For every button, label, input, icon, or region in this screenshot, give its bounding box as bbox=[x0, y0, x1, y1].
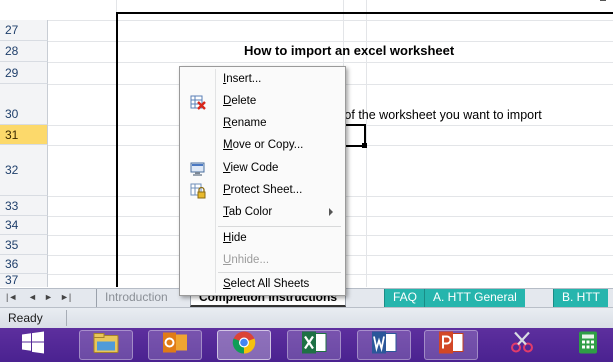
taskbar-excel[interactable] bbox=[287, 330, 341, 360]
row-header-30[interactable]: 30 bbox=[0, 84, 48, 125]
row-number: 27 bbox=[5, 23, 19, 37]
word-icon bbox=[370, 331, 398, 360]
menu-item-label: Tab Color bbox=[223, 206, 273, 218]
windows-start-icon bbox=[21, 331, 45, 360]
protect-sheet-icon bbox=[190, 183, 206, 199]
excel-icon bbox=[300, 331, 328, 360]
bordered-region-top bbox=[116, 12, 613, 14]
taskbar-snipping-tool[interactable] bbox=[495, 330, 549, 360]
row-header-27[interactable]: 27 bbox=[0, 20, 48, 41]
taskbar-file-explorer[interactable] bbox=[79, 330, 133, 360]
sheet-tab-context-menu: Insert... Delete Rename Move or Copy... bbox=[179, 66, 346, 296]
row-number: 37 bbox=[5, 273, 19, 287]
taskbar-start[interactable] bbox=[6, 330, 60, 360]
row-header-28[interactable]: 28 bbox=[0, 41, 48, 62]
status-bar: Ready bbox=[0, 307, 613, 328]
sheet-heading[interactable]: How to import an excel worksheet bbox=[244, 43, 454, 58]
row-number: 35 bbox=[5, 237, 19, 252]
menu-separator bbox=[218, 226, 341, 227]
menu-item-view-code[interactable]: View Code bbox=[182, 158, 343, 180]
menu-item-label: Delete bbox=[223, 95, 257, 107]
row-header-35[interactable]: 35 bbox=[0, 235, 48, 255]
status-separator bbox=[66, 310, 67, 326]
row-number: 34 bbox=[5, 218, 19, 232]
taskbar-chrome[interactable] bbox=[217, 330, 271, 360]
menu-item-delete[interactable]: Delete bbox=[182, 91, 343, 113]
menu-item-insert[interactable]: Insert... bbox=[182, 69, 343, 91]
outlook-icon bbox=[161, 331, 189, 360]
sheet-tab-faq[interactable]: FAQ bbox=[384, 289, 426, 307]
row-header-34[interactable]: 34 bbox=[0, 216, 48, 235]
instruction-cell[interactable]: g of the worksheet you want to import bbox=[334, 108, 542, 122]
excel-window: 27 28 29 30 31 32 33 34 35 36 37 How to … bbox=[0, 0, 613, 362]
row-number: 29 bbox=[5, 65, 19, 80]
menu-item-label: Insert... bbox=[223, 73, 262, 85]
sheet-tab-introduction[interactable]: Introduction bbox=[96, 289, 176, 307]
menu-item-label: Select All Sheets bbox=[223, 278, 310, 290]
menu-item-move-or-copy[interactable]: Move or Copy... bbox=[182, 135, 343, 157]
menu-item-label: View Code bbox=[223, 162, 279, 174]
taskbar-calculator[interactable] bbox=[565, 330, 611, 360]
menu-separator bbox=[218, 272, 341, 273]
sheet-tab-htt-b[interactable]: B. HTT bbox=[553, 289, 608, 307]
status-ready-text: Ready bbox=[8, 311, 43, 325]
next-sheet-button[interactable]: ► bbox=[44, 292, 53, 302]
delete-sheet-icon bbox=[190, 94, 206, 110]
sheet-tab-htt-general[interactable]: A. HTT General bbox=[424, 289, 525, 307]
menu-item-select-all-sheets[interactable]: Select All Sheets bbox=[182, 274, 343, 296]
powerpoint-icon bbox=[437, 331, 465, 360]
row-gridline bbox=[48, 41, 613, 42]
row-header-33[interactable]: 33 bbox=[0, 196, 48, 216]
menu-item-unhide: Unhide... bbox=[182, 250, 343, 272]
last-sheet-button[interactable]: ►| bbox=[60, 292, 71, 302]
taskbar-powerpoint[interactable] bbox=[424, 330, 478, 360]
row-number: 31 bbox=[5, 127, 19, 142]
row-number: 33 bbox=[5, 198, 19, 213]
first-sheet-button[interactable]: |◄ bbox=[6, 292, 17, 302]
view-code-icon bbox=[190, 161, 206, 177]
menu-item-protect-sheet[interactable]: Protect Sheet... bbox=[182, 180, 343, 202]
row-header-36[interactable]: 36 bbox=[0, 255, 48, 274]
row-gridline bbox=[48, 20, 613, 21]
snipping-tool-icon bbox=[509, 331, 535, 360]
top-edge-mark bbox=[600, 0, 606, 1]
chrome-icon bbox=[232, 331, 256, 360]
menu-item-label: Protect Sheet... bbox=[223, 184, 303, 196]
menu-item-label: Unhide... bbox=[223, 254, 270, 266]
bordered-region-left bbox=[116, 12, 118, 287]
row-header-32[interactable]: 32 bbox=[0, 145, 48, 196]
menu-item-label: Rename bbox=[223, 117, 267, 129]
fill-handle[interactable] bbox=[362, 143, 367, 148]
row-number: 32 bbox=[5, 163, 19, 177]
row-number: 30 bbox=[5, 107, 19, 121]
menu-item-rename[interactable]: Rename bbox=[182, 113, 343, 135]
previous-sheet-button[interactable]: ◄ bbox=[28, 292, 37, 302]
row-header-29[interactable]: 29 bbox=[0, 62, 48, 84]
row-header-31[interactable]: 31 bbox=[0, 125, 48, 145]
row-header-37[interactable]: 37 bbox=[0, 273, 48, 287]
taskbar-word[interactable] bbox=[357, 330, 411, 360]
menu-item-hide[interactable]: Hide bbox=[182, 228, 343, 250]
row-gridline bbox=[48, 62, 613, 63]
menu-item-label: Hide bbox=[223, 232, 247, 244]
taskbar-outlook[interactable] bbox=[148, 330, 202, 360]
submenu-arrow-icon bbox=[329, 208, 333, 216]
row-number: 28 bbox=[5, 44, 19, 58]
calculator-icon bbox=[577, 331, 599, 360]
row-number: 36 bbox=[5, 257, 19, 271]
file-explorer-icon bbox=[92, 331, 120, 360]
windows-taskbar bbox=[0, 328, 613, 362]
menu-item-tab-color[interactable]: Tab Color bbox=[182, 202, 343, 224]
menu-item-label: Move or Copy... bbox=[223, 139, 304, 151]
